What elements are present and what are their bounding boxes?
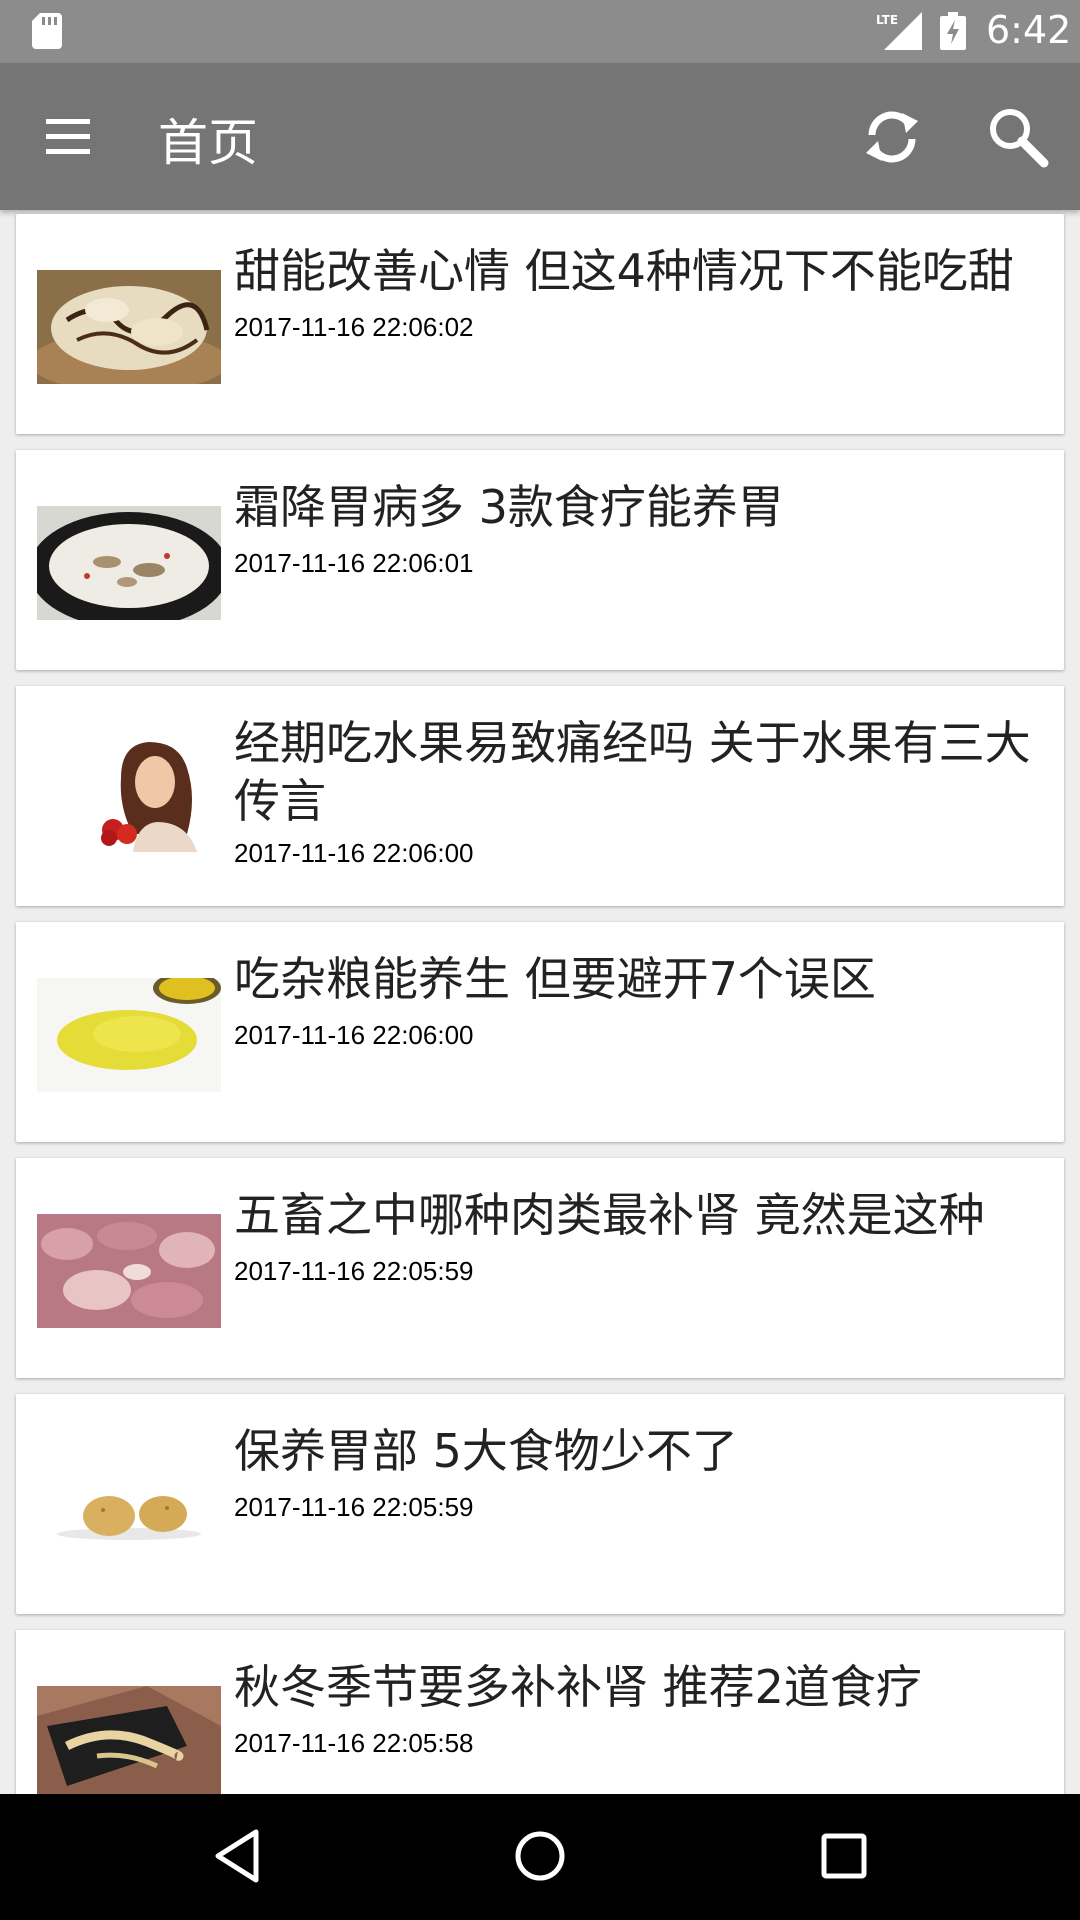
ice-cream-dessert-thumbnail [37, 270, 221, 384]
menu-icon[interactable] [40, 110, 96, 162]
home-icon[interactable] [508, 1824, 572, 1888]
navigation-bar [0, 1794, 1080, 1920]
status-time: 6:42 [986, 8, 1072, 52]
list-item[interactable]: 经期吃水果易致痛经吗 关于水果有三大传言 2017-11-16 22:06:00 [16, 686, 1064, 906]
sd-card-icon [32, 13, 62, 49]
article-title: 五畜之中哪种肉类最补肾 竟然是这种 [234, 1188, 985, 1242]
article-title: 甜能改善心情 但这4种情况下不能吃甜 [234, 244, 1014, 298]
list-item[interactable]: 甜能改善心情 但这4种情况下不能吃甜 2017-11-16 22:06:02 [16, 214, 1064, 434]
article-time: 2017-11-16 22:06:00 [234, 1020, 474, 1050]
article-time: 2017-11-16 22:06:02 [234, 312, 474, 342]
article-title: 霜降胃病多 3款食疗能养胃 [234, 480, 784, 534]
recents-icon[interactable] [812, 1824, 876, 1888]
list-item[interactable]: 秋冬季节要多补补肾 推荐2道食疗 2017-11-16 22:05:58 [16, 1630, 1064, 1794]
article-title: 秋冬季节要多补补肾 推荐2道食疗 [234, 1660, 922, 1714]
article-list[interactable]: 甜能改善心情 但这4种情况下不能吃甜 2017-11-16 22:06:02 霜… [0, 210, 1080, 1794]
article-time: 2017-11-16 22:06:00 [234, 838, 474, 868]
soup-pot-thumbnail [37, 506, 221, 620]
list-item[interactable]: 吃杂粮能养生 但要避开7个误区 2017-11-16 22:06:00 [16, 922, 1064, 1142]
article-title: 经期吃水果易致痛经吗 关于水果有三大传言 [234, 716, 1031, 828]
page-title: 首页 [158, 114, 258, 172]
article-time: 2017-11-16 22:05:58 [234, 1728, 474, 1758]
list-item[interactable]: 霜降胃病多 3款食疗能养胃 2017-11-16 22:06:01 [16, 450, 1064, 670]
woman-with-fruit-thumbnail [37, 738, 221, 852]
list-item[interactable]: 保养胃部 5大食物少不了 2017-11-16 22:05:59 [16, 1394, 1064, 1614]
millet-grain-thumbnail [37, 978, 221, 1092]
battery-charging-icon [940, 12, 966, 50]
raw-meat-thumbnail [37, 1214, 221, 1328]
search-icon[interactable] [984, 103, 1052, 171]
ginseng-root-thumbnail [37, 1686, 221, 1794]
refresh-icon[interactable] [858, 103, 926, 171]
app-bar: 首页 [0, 63, 1080, 210]
status-bar: LTE 6:42 [0, 0, 1080, 63]
article-title: 保养胃部 5大食物少不了 [234, 1424, 738, 1478]
svg-text:LTE: LTE [876, 13, 898, 27]
list-item[interactable]: 五畜之中哪种肉类最补肾 竟然是这种 2017-11-16 22:05:59 [16, 1158, 1064, 1378]
article-time: 2017-11-16 22:06:01 [234, 548, 474, 578]
article-time: 2017-11-16 22:05:59 [234, 1256, 474, 1286]
back-icon[interactable] [206, 1824, 270, 1888]
potatoes-thumbnail [37, 1450, 221, 1564]
lte-signal-icon: LTE [876, 12, 922, 50]
article-time: 2017-11-16 22:05:59 [234, 1492, 474, 1522]
article-title: 吃杂粮能养生 但要避开7个误区 [234, 952, 876, 1006]
